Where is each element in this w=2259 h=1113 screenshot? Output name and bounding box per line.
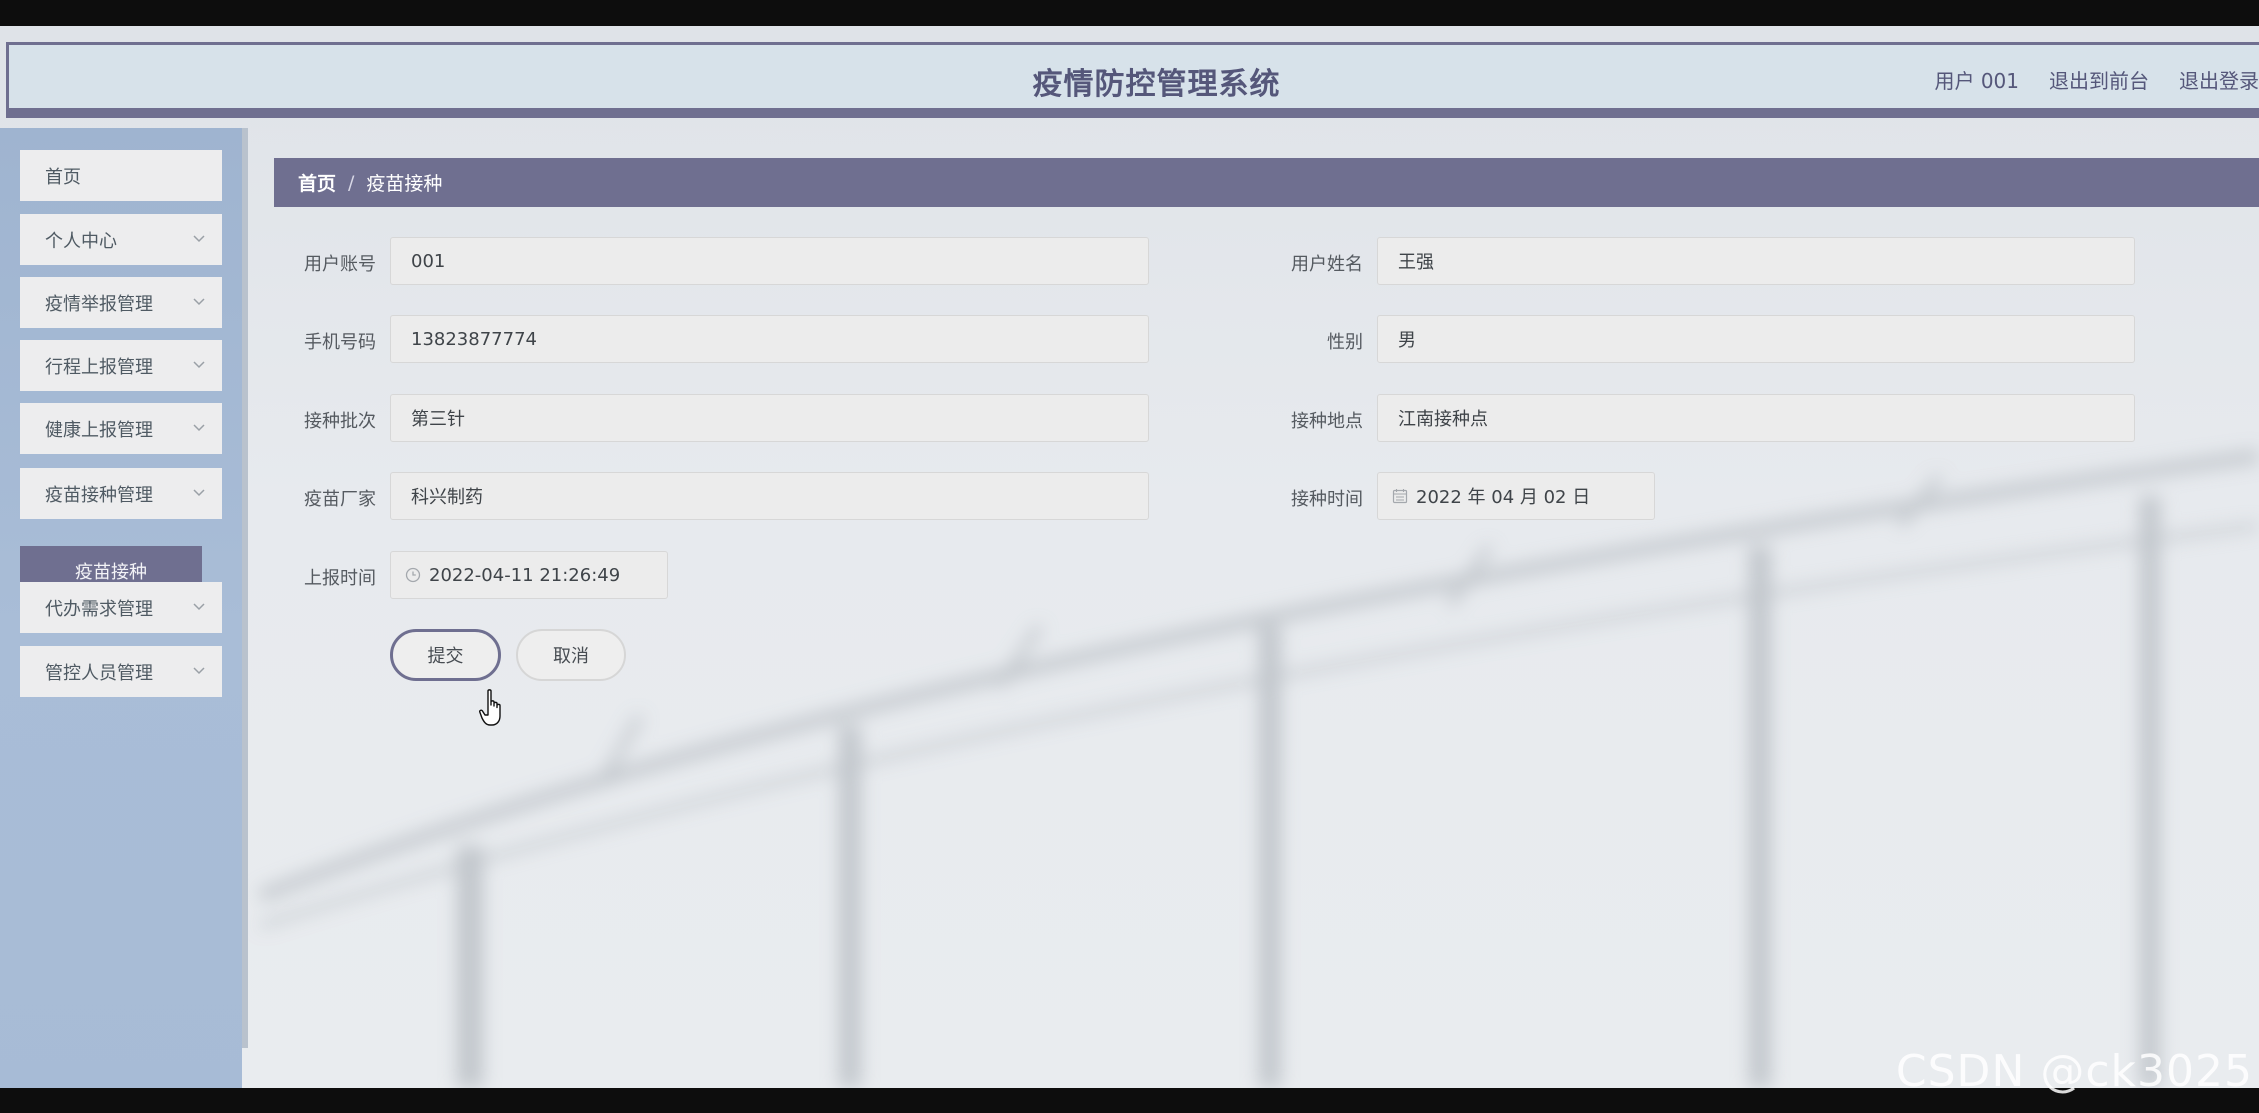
- sidebar-item-label: 个人中心: [45, 230, 117, 252]
- gender-field[interactable]: 男: [1377, 315, 2135, 363]
- hand-cursor-icon: [479, 689, 501, 726]
- sidebar-item-errand-requests[interactable]: 代办需求管理: [20, 582, 222, 633]
- watermark: CSDN @ck3025: [1895, 1046, 2253, 1097]
- screen: 疫情防控管理系统 用户 001 退出到前台 退出登录 首页 个人中心 疫情举报管…: [0, 0, 2259, 1113]
- clock-icon: [405, 567, 421, 583]
- report-time-label: 上报时间: [304, 568, 376, 589]
- sidebar-item-label: 首页: [45, 166, 81, 188]
- breadcrumb: 首页 / 疫苗接种: [274, 158, 2259, 207]
- sidebar-item-health-report[interactable]: 健康上报管理: [20, 403, 222, 454]
- sidebar-item-label: 健康上报管理: [45, 419, 153, 441]
- user-account-field[interactable]: 001: [390, 237, 1149, 285]
- user-account-label: 用户账号: [304, 254, 376, 275]
- sidebar-item-home[interactable]: 首页: [20, 150, 222, 201]
- chevron-down-icon: [193, 235, 205, 243]
- vaccination-date-label: 接种时间: [1291, 489, 1363, 510]
- vaccination-date-field[interactable]: 2022 年 04 月 02 日: [1377, 472, 1655, 520]
- breadcrumb-home[interactable]: 首页: [298, 169, 336, 196]
- sidebar-item-label: 代办需求管理: [45, 598, 153, 620]
- sidebar-item-epidemic-report[interactable]: 疫情举报管理: [20, 277, 222, 328]
- vaccine-maker-field[interactable]: 科兴制药: [390, 472, 1149, 520]
- chevron-down-icon: [193, 424, 205, 432]
- vaccination-site-field[interactable]: 江南接种点: [1377, 394, 2135, 442]
- sidebar-item-label: 疫苗接种管理: [45, 484, 153, 506]
- sidebar-item-controlled-persons[interactable]: 管控人员管理: [20, 646, 222, 697]
- app-title: 疫情防控管理系统: [1032, 67, 1281, 102]
- top-header: 疫情防控管理系统 用户 001 退出到前台 退出登录: [6, 42, 2259, 118]
- exit-to-frontend-link[interactable]: 退出到前台: [2049, 65, 2149, 94]
- dose-batch-label: 接种批次: [304, 411, 376, 432]
- gender-label: 性别: [1327, 332, 1363, 353]
- vaccine-maker-label: 疫苗厂家: [304, 489, 376, 510]
- chevron-down-icon: [193, 361, 205, 369]
- report-time-value: 2022-04-11 21:26:49: [429, 564, 621, 586]
- dose-batch-field[interactable]: 第三针: [390, 394, 1149, 442]
- sidebar-item-label: 疫情举报管理: [45, 293, 153, 315]
- report-time-field[interactable]: 2022-04-11 21:26:49: [390, 551, 668, 599]
- sidebar-divider: [242, 128, 248, 1048]
- sidebar-item-personal-center[interactable]: 个人中心: [20, 214, 222, 265]
- logout-link[interactable]: 退出登录: [2179, 65, 2259, 94]
- sidebar-item-vaccination-management[interactable]: 疫苗接种管理: [20, 468, 222, 519]
- cancel-button[interactable]: 取消: [516, 629, 626, 681]
- vaccination-site-label: 接种地点: [1291, 411, 1363, 432]
- user-name-label: 用户姓名: [1291, 254, 1363, 275]
- sidebar-item-label: 行程上报管理: [45, 356, 153, 378]
- chevron-down-icon: [193, 603, 205, 611]
- header-links: 用户 001 退出到前台 退出登录: [1934, 65, 2259, 94]
- submit-button[interactable]: 提交: [390, 629, 501, 681]
- phone-number-label: 手机号码: [304, 332, 376, 353]
- breadcrumb-current: 疫苗接种: [366, 173, 443, 195]
- sidebar-subitem-label: 疫苗接种: [75, 562, 147, 583]
- user-name-field[interactable]: 王强: [1377, 237, 2135, 285]
- app-window: 疫情防控管理系统 用户 001 退出到前台 退出登录 首页 个人中心 疫情举报管…: [0, 26, 2259, 1088]
- sidebar-item-label: 管控人员管理: [45, 662, 153, 684]
- chevron-down-icon: [193, 489, 205, 497]
- chevron-down-icon: [193, 667, 205, 675]
- vaccination-date-value: 2022 年 04 月 02 日: [1416, 487, 1591, 508]
- phone-number-field[interactable]: 13823877774: [390, 315, 1149, 363]
- breadcrumb-separator: /: [348, 171, 355, 194]
- chevron-down-icon: [193, 298, 205, 306]
- user-account-link[interactable]: 用户 001: [1934, 65, 2019, 94]
- calendar-icon: [1392, 489, 1408, 504]
- sidebar-item-trip-report[interactable]: 行程上报管理: [20, 340, 222, 391]
